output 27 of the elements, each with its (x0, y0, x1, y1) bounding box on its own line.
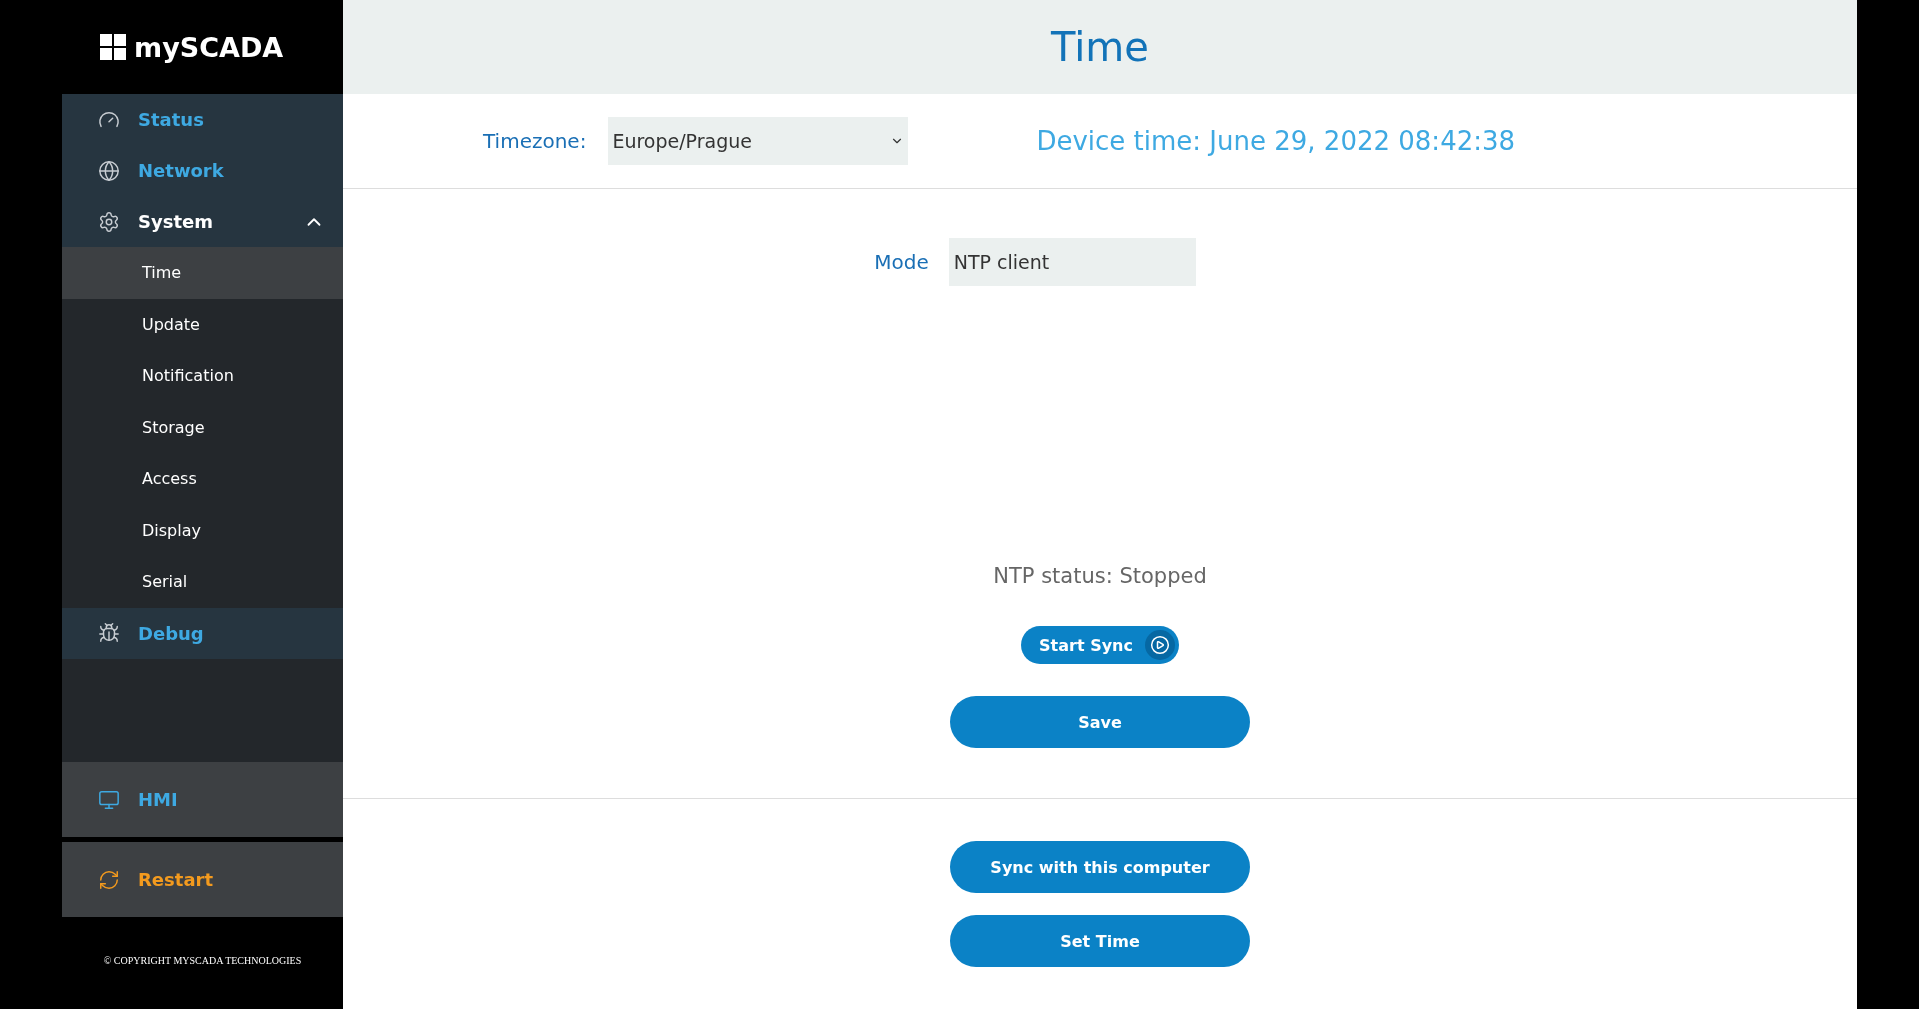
nav-item[interactable]: System (62, 196, 343, 247)
nav-item[interactable]: HMI (62, 762, 343, 837)
monitor-icon (98, 788, 120, 811)
start-sync-button[interactable]: Start Sync (1021, 626, 1179, 664)
device-time: Device time: June 29, 2022 08:42:38 (1036, 126, 1516, 156)
copyright-text: © COPYRIGHT MYSCADA TECHNOLOGIES (102, 954, 303, 968)
refresh-icon (98, 868, 120, 891)
nav-item[interactable]: Network (62, 145, 343, 196)
mode-label: Mode (874, 250, 929, 274)
timezone-select[interactable]: Europe/Prague (608, 117, 909, 165)
settings-icon (98, 210, 120, 233)
timezone-label: Timezone: (483, 129, 587, 153)
action-button[interactable]: Sync with this computer (950, 841, 1250, 893)
ntp-status: NTP status: Stopped (993, 564, 1207, 588)
nav-item[interactable]: Status (62, 94, 343, 145)
bug-icon (98, 622, 120, 644)
mode-field[interactable]: NTP client (948, 238, 1196, 286)
page-title: Time (1051, 24, 1149, 70)
logo-icon (100, 34, 126, 60)
globe-icon (98, 159, 120, 182)
save-button[interactable]: Save (950, 696, 1250, 748)
play-icon (1144, 630, 1175, 660)
action-button[interactable]: Set Time (950, 915, 1250, 967)
nav-subitem[interactable]: Time (62, 247, 343, 299)
nav-item[interactable]: Debug (62, 607, 343, 659)
nav-item[interactable]: Restart (62, 842, 343, 917)
logo-text: mySCADA (134, 31, 284, 63)
